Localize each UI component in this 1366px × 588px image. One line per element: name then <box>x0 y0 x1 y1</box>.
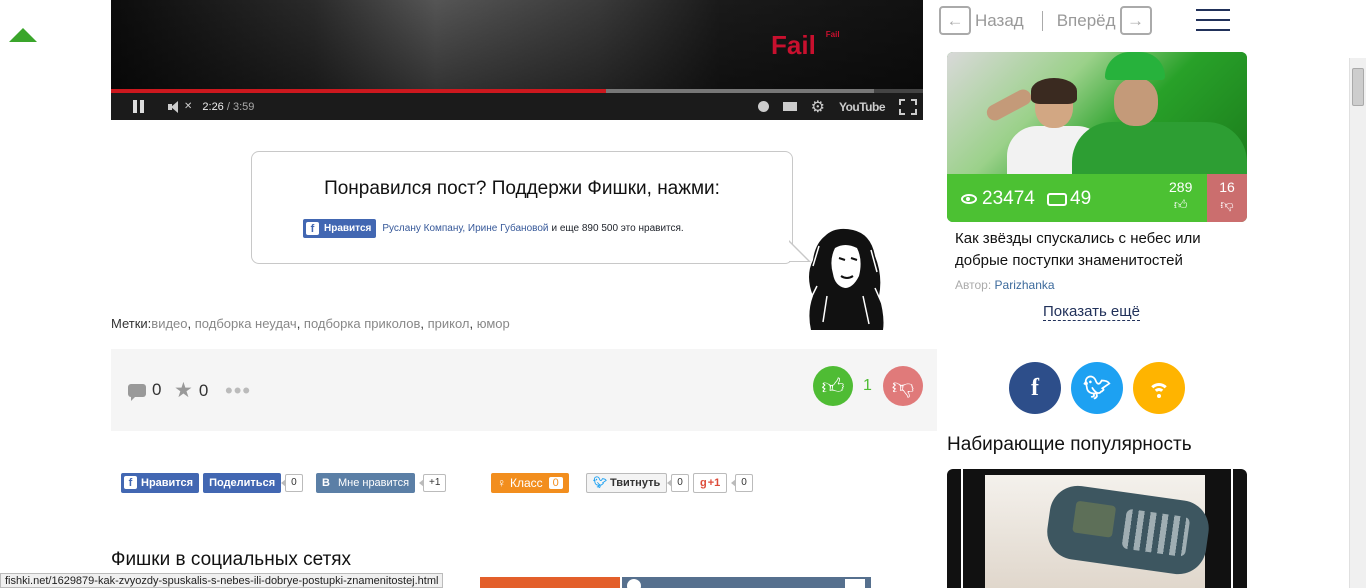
tag-link[interactable]: подборка неудач <box>195 316 297 331</box>
likebox-friends-link[interactable]: Руслану Компану, Ирине Губановой <box>382 223 548 234</box>
related-post-card[interactable]: 23474 49 289 👍︎ 16 👎︎ <box>947 52 1247 222</box>
gplus-share-group: g +1 0 <box>693 472 753 493</box>
fb-share-button[interactable]: Поделиться <box>203 472 282 493</box>
facebook-icon: f <box>124 476 137 489</box>
card-author: Автор: Parizhanka <box>955 278 1055 292</box>
subtitles-icon[interactable] <box>782 102 797 111</box>
social-widget-vk[interactable] <box>622 577 871 588</box>
comment-icon <box>128 383 146 401</box>
tweet-button[interactable]: 🐦︎ Твитнуть <box>586 472 668 493</box>
popular-section-title: Набирающие популярность <box>947 434 1192 455</box>
fb-share-count: 0 <box>281 473 303 492</box>
video-watermark: Fail Fail <box>771 30 840 60</box>
social-widget-ok[interactable] <box>480 577 620 588</box>
thumbs-up-icon: 👍︎ <box>821 373 845 399</box>
card-title-link[interactable]: Как звёзды спускались с небес или добрые… <box>955 228 1245 272</box>
thumbs-down-icon: 👎︎ <box>891 373 915 399</box>
comments-stat[interactable]: 0 <box>128 380 161 401</box>
facebook-icon: f <box>1031 374 1039 401</box>
page: Fail Fail ✕ 2:26 / 3:59 ⚙ YouTube Понрави… <box>0 0 1366 588</box>
more-options[interactable]: ••• <box>225 380 251 402</box>
facebook-follow-button[interactable]: f <box>1009 362 1061 414</box>
popular-post-card[interactable] <box>947 469 1247 588</box>
watch-later-icon[interactable] <box>757 101 769 112</box>
youtube-logo-icon[interactable]: YouTube <box>839 100 886 114</box>
post-stats-bar: 0 ★ 0 ••• 👍︎ 1 👎︎ <box>111 349 937 431</box>
ok-share-group: ♀ Класс 0 <box>491 472 569 493</box>
post-thumbnail <box>947 52 1247 186</box>
scroll-to-top-icon[interactable] <box>9 28 37 42</box>
tag-link[interactable]: юмор <box>477 316 510 331</box>
social-section-title: Фишки в социальных сетях <box>111 549 352 570</box>
popular-thumbnail <box>985 475 1213 588</box>
card-stats: 23474 49 289 👍︎ <box>947 174 1207 222</box>
fb-like-button-2[interactable]: f Нравится <box>121 472 200 493</box>
show-more-link[interactable]: Показать ещё <box>1043 303 1140 321</box>
fb-like-button[interactable]: f Нравится <box>303 219 377 238</box>
twitter-bird-icon: 🐦︎ <box>1083 375 1111 400</box>
vk-like-button[interactable]: В Мне нравится <box>316 472 416 493</box>
volume-muted-icon[interactable] <box>168 100 188 113</box>
tag-link[interactable]: видео <box>151 316 187 331</box>
rss-follow-button[interactable] <box>1133 362 1185 414</box>
tweet-count: 0 <box>667 473 689 492</box>
google-plus-icon: g <box>700 476 707 489</box>
vote-count: 1 <box>863 377 872 394</box>
scrollbar-thumb[interactable] <box>1352 68 1364 106</box>
vk-icon: В <box>322 476 330 489</box>
twitter-follow-button[interactable]: 🐦︎ <box>1071 362 1123 414</box>
facebook-icon: f <box>306 222 319 235</box>
star-icon: ★ <box>174 379 193 402</box>
comment-icon <box>1047 192 1067 206</box>
more-dots-icon: ••• <box>225 378 252 403</box>
card-likes[interactable]: 289 👍︎ <box>1169 179 1192 213</box>
twitter-bird-icon: 🐦︎ <box>593 477 607 489</box>
support-likebox: Понравился пост? Поддержи Фишки, нажми: … <box>251 151 793 264</box>
gplus-count: 0 <box>731 473 753 492</box>
forward-arrow-icon[interactable]: → <box>1119 6 1152 35</box>
card-comments-count: 49 <box>1047 188 1091 210</box>
hamburger-menu-icon[interactable] <box>1196 8 1230 32</box>
tag-link[interactable]: прикол <box>428 316 470 331</box>
card-dislikes[interactable]: 16 👎︎ <box>1207 174 1247 222</box>
rss-icon <box>1148 377 1170 399</box>
video-player[interactable]: Fail Fail ✕ 2:26 / 3:59 ⚙ YouTube <box>111 0 923 120</box>
odnoklassniki-icon: ♀ <box>497 475 506 490</box>
post-navigation: ← Назад Вперёд → <box>939 6 1152 35</box>
forward-link[interactable]: Вперёд <box>1057 11 1116 31</box>
vk-share-group: В Мне нравится +1 <box>316 472 447 493</box>
video-time: 2:26 / 3:59 <box>202 100 255 113</box>
fullscreen-icon[interactable] <box>899 98 917 115</box>
post-tags: Метки:видео, подборка неудач, подборка п… <box>111 316 510 331</box>
mascot-portrait-image <box>808 228 884 330</box>
likebox-title: Понравился пост? Поддержи Фишки, нажми: <box>324 178 720 199</box>
ok-count: 0 <box>548 476 563 489</box>
scrollbar[interactable] <box>1349 58 1366 588</box>
thumbs-down-button[interactable]: 👎︎ <box>883 366 923 406</box>
eye-icon <box>961 194 977 204</box>
twitter-share-group: 🐦︎ Твитнуть 0 <box>586 472 689 493</box>
gplus-button[interactable]: g +1 <box>693 472 728 493</box>
likebox-count-text: и еще 890 500 это нравится. <box>551 223 684 234</box>
thumbs-up-icon: 👍︎ <box>1173 197 1188 212</box>
thumbs-down-icon: 👎︎ <box>1220 197 1234 212</box>
pause-icon[interactable] <box>132 100 146 113</box>
likebox-social: f Нравится Руслану Компану, Ирине Губанов… <box>303 219 684 238</box>
author-link[interactable]: Parizhanka <box>995 278 1055 292</box>
video-controls: ✕ 2:26 / 3:59 ⚙ YouTube <box>111 93 923 120</box>
favorites-stat[interactable]: ★ 0 <box>174 380 208 401</box>
gear-icon[interactable]: ⚙ <box>811 97 825 117</box>
browser-status-url: fishki.net/1629879-kak-zvyozdy-spuskalis… <box>0 573 444 588</box>
views-count: 23474 <box>961 188 1035 210</box>
ok-class-button[interactable]: ♀ Класс 0 <box>491 472 569 493</box>
thumbs-up-button[interactable]: 👍︎ <box>813 366 853 406</box>
tags-label: Метки: <box>111 316 152 331</box>
nav-divider <box>1041 10 1043 31</box>
fb-share-group: f Нравится Поделиться 0 <box>121 472 303 493</box>
back-arrow-icon[interactable]: ← <box>939 6 971 35</box>
back-link[interactable]: Назад <box>975 11 1024 31</box>
tag-link[interactable]: подборка приколов <box>304 316 420 331</box>
vk-count: +1 <box>418 473 447 492</box>
